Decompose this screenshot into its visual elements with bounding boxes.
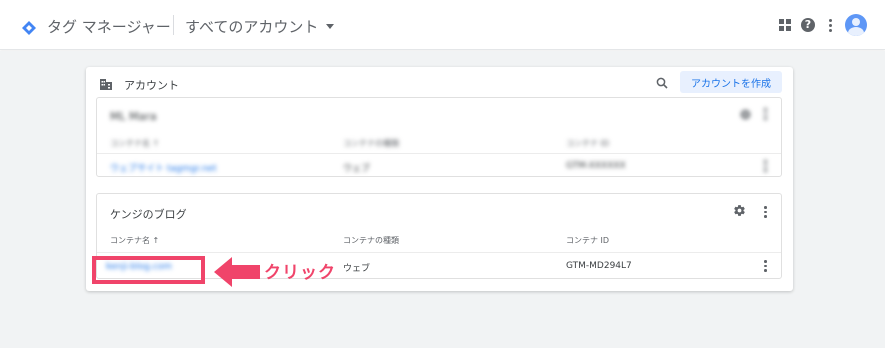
account-name: ML Mara — [110, 110, 157, 123]
container-link[interactable]: ウェブサイト tagmgr.net — [110, 161, 217, 174]
container-id: GTM-MD294L7 — [566, 261, 632, 271]
annotation-label: クリック — [264, 263, 336, 283]
more-vert-icon[interactable] — [825, 18, 835, 32]
create-account-button[interactable]: アカウントを作成 — [680, 71, 782, 93]
account-switcher[interactable]: すべてのアカウント — [185, 16, 335, 37]
more-vert-icon[interactable] — [764, 206, 767, 218]
apps-grid-icon[interactable] — [779, 19, 791, 31]
more-vert-icon[interactable] — [764, 108, 767, 120]
column-header-id: コンテナ ID — [566, 139, 610, 148]
top-app-bar: タグ マネージャー すべてのアカウント ? — [0, 0, 885, 50]
account-block-blurred: ML Mara コンテナ名 ↑ コンテナの種類 コンテナ ID ウェブサイト t… — [96, 97, 782, 177]
row-divider — [97, 153, 781, 154]
card-header: アカウント アカウントを作成 — [86, 67, 793, 95]
top-icon-group: ? — [779, 14, 867, 36]
column-header-name[interactable]: コンテナ名 ↑ — [110, 235, 159, 246]
container-type: ウェブ — [343, 164, 371, 174]
column-header-type: コンテナの種類 — [343, 236, 399, 245]
bottom-strip — [0, 348, 885, 358]
caret-down-icon — [326, 24, 335, 29]
tag-manager-logo-icon — [22, 21, 36, 35]
account-switcher-label: すべてのアカウント — [185, 18, 319, 36]
container-id: GTM-XXXXXX — [566, 161, 626, 171]
gear-icon[interactable] — [739, 108, 752, 121]
column-header-type: コンテナの種類 — [343, 139, 399, 148]
search-icon[interactable] — [656, 77, 668, 89]
gear-icon[interactable] — [733, 204, 746, 217]
building-icon — [100, 79, 112, 90]
account-name: ケンジのブログ — [110, 208, 187, 221]
column-header-name[interactable]: コンテナ名 ↑ — [110, 138, 159, 149]
help-icon[interactable]: ? — [801, 18, 815, 32]
row-more-vert-icon[interactable] — [764, 160, 767, 172]
avatar[interactable] — [845, 14, 867, 36]
column-header-id: コンテナ ID — [566, 236, 610, 245]
card-title: アカウント — [124, 79, 179, 92]
row-divider — [97, 252, 781, 253]
container-type: ウェブ — [343, 264, 371, 274]
title-divider — [173, 15, 174, 35]
arrow-left-icon — [214, 257, 260, 287]
row-more-vert-icon[interactable] — [764, 260, 767, 272]
container-link[interactable]: kenji-blog.com — [106, 262, 172, 272]
app-title: タグ マネージャー — [47, 18, 171, 36]
